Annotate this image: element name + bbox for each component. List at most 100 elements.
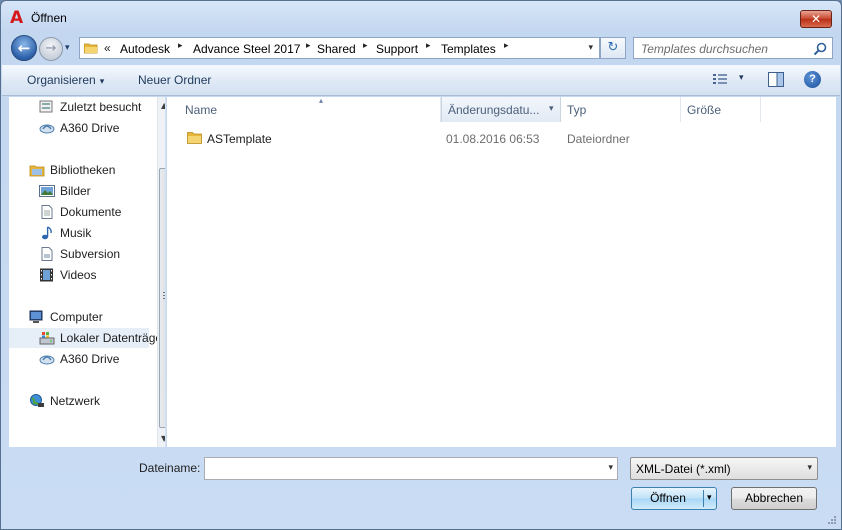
sidebar-item-label: Subversion bbox=[60, 247, 121, 261]
column-header-label: Größe bbox=[687, 103, 722, 117]
chevron-down-icon: ▾ bbox=[99, 77, 105, 87]
sidebar-item-label: Videos bbox=[60, 268, 97, 282]
table-row[interactable]: ASTemplate 01.08.2016 06:53 Dateiordner bbox=[167, 127, 827, 147]
sidebar-item-subversion[interactable]: Subversion bbox=[9, 244, 149, 264]
cloud-drive-icon bbox=[39, 355, 55, 365]
sidebar-item-a360-drive-computer[interactable]: A360 Drive bbox=[9, 349, 149, 369]
filename-input[interactable]: ▾ bbox=[204, 457, 618, 480]
search-icon[interactable] bbox=[813, 42, 827, 56]
sidebar-item-label: Bilder bbox=[60, 184, 91, 198]
sidebar-item-a360-drive[interactable]: A360 Drive bbox=[9, 118, 149, 138]
sidebar-item-local-disk[interactable]: Lokaler Datenträger bbox=[9, 328, 165, 348]
organize-button[interactable]: Organisieren ▾ bbox=[27, 73, 104, 87]
file-modified: 01.08.2016 06:53 bbox=[446, 132, 540, 146]
file-name: ASTemplate bbox=[207, 132, 272, 146]
view-options-dropdown[interactable]: ▾ bbox=[739, 73, 744, 83]
sidebar-item-label: Zuletzt besucht bbox=[60, 100, 142, 114]
breadcrumb-separator-icon[interactable]: ▸ bbox=[504, 41, 509, 51]
recent-locations-dropdown[interactable]: ▾ bbox=[65, 43, 77, 55]
sidebar-item-computer[interactable]: Computer bbox=[9, 307, 149, 327]
libraries-icon bbox=[29, 165, 45, 177]
close-button[interactable]: ✕ bbox=[800, 10, 832, 28]
breadcrumb-advance-steel[interactable]: Advance Steel 2017 bbox=[193, 42, 300, 56]
organize-label: Organisieren bbox=[27, 73, 96, 87]
open-options-dropdown-icon[interactable]: ▾ bbox=[707, 488, 712, 509]
sidebar-item-recent[interactable]: Zuletzt besucht bbox=[9, 97, 149, 117]
column-header-type[interactable]: Typ bbox=[561, 97, 681, 122]
change-view-icon[interactable] bbox=[713, 73, 727, 87]
navigation-scrollbar[interactable]: ▲ ▼ bbox=[157, 97, 165, 447]
preview-pane-icon[interactable] bbox=[768, 72, 784, 87]
breadcrumb-templates[interactable]: Templates bbox=[441, 42, 496, 56]
breadcrumb-separator-icon[interactable]: ▸ bbox=[363, 41, 368, 51]
breadcrumb-separator-icon[interactable]: ▸ bbox=[426, 41, 431, 51]
open-file-dialog: A Öffnen ✕ ← → ▾ « Autodesk ▸ Advance St… bbox=[0, 0, 842, 530]
file-type-filter-select[interactable]: XML-Datei (*.xml) ▾ bbox=[630, 457, 818, 480]
open-button[interactable]: Öffnen ▾ bbox=[631, 487, 717, 510]
sidebar-item-label: Musik bbox=[60, 226, 92, 240]
new-folder-button[interactable]: Neuer Ordner bbox=[138, 73, 211, 87]
scroll-down-arrow-icon[interactable]: ▼ bbox=[161, 434, 165, 443]
documents-icon bbox=[41, 205, 53, 219]
column-header-name[interactable]: ▴ Name bbox=[179, 96, 441, 122]
file-list: ▴ Name Änderungsdatu... ▾ Typ Größe ASTe… bbox=[167, 96, 836, 447]
autocad-app-icon: A bbox=[10, 8, 24, 28]
recent-places-icon bbox=[39, 100, 53, 113]
refresh-button[interactable]: ↻ bbox=[600, 37, 626, 59]
back-button[interactable]: ← bbox=[11, 35, 37, 61]
column-header-size[interactable]: Größe bbox=[681, 97, 761, 122]
breadcrumb-separator-icon[interactable]: ▸ bbox=[306, 41, 311, 51]
sidebar-item-label: A360 Drive bbox=[60, 121, 120, 135]
subversion-icon bbox=[41, 247, 53, 261]
sidebar-item-label: Netzwerk bbox=[50, 394, 101, 408]
breadcrumb-autodesk[interactable]: Autodesk bbox=[120, 42, 170, 56]
computer-icon bbox=[29, 310, 43, 323]
filename-history-dropdown-icon[interactable]: ▾ bbox=[608, 463, 613, 473]
open-button-label: Öffnen bbox=[650, 491, 686, 505]
column-header-label: Änderungsdatu... bbox=[448, 103, 540, 117]
folder-icon bbox=[84, 43, 98, 54]
sidebar-item-label: Bibliotheken bbox=[50, 163, 116, 177]
sidebar-item-network[interactable]: Netzwerk bbox=[9, 391, 149, 411]
sidebar-item-documents[interactable]: Dokumente bbox=[9, 202, 149, 222]
title-bar[interactable]: A Öffnen ✕ bbox=[1, 1, 841, 35]
local-disk-icon bbox=[39, 332, 55, 345]
sidebar-item-label: Computer bbox=[50, 310, 103, 324]
split-divider bbox=[703, 490, 704, 507]
scrollbar-thumb[interactable] bbox=[159, 168, 165, 428]
breadcrumb-separator-icon[interactable]: ▸ bbox=[178, 41, 183, 51]
cancel-button[interactable]: Abbrechen bbox=[731, 487, 817, 510]
sidebar-item-music[interactable]: Musik bbox=[9, 223, 149, 243]
music-icon bbox=[42, 226, 52, 240]
help-icon[interactable]: ? bbox=[804, 71, 821, 88]
address-bar[interactable]: « Autodesk ▸ Advance Steel 2017 ▸ Shared… bbox=[79, 37, 600, 59]
file-type: Dateiordner bbox=[567, 132, 630, 146]
refresh-icon: ↻ bbox=[607, 40, 619, 55]
command-toolbar: Organisieren ▾ Neuer Ordner ▾ ? bbox=[2, 65, 840, 96]
search-input[interactable]: Templates durchsuchen bbox=[633, 37, 833, 59]
breadcrumb-support[interactable]: Support bbox=[376, 42, 418, 56]
network-icon bbox=[30, 394, 44, 407]
navigation-pane: Zuletzt besucht A360 Drive Bibliotheken bbox=[9, 97, 166, 447]
sidebar-item-videos[interactable]: Videos bbox=[9, 265, 149, 285]
column-headers: ▴ Name Änderungsdatu... ▾ Typ Größe bbox=[167, 96, 836, 122]
scroll-up-arrow-icon[interactable]: ▲ bbox=[161, 101, 165, 110]
breadcrumb-overflow-button[interactable]: « bbox=[104, 41, 111, 55]
folder-icon bbox=[187, 132, 202, 144]
breadcrumb-shared[interactable]: Shared bbox=[317, 42, 356, 56]
column-header-modified[interactable]: Änderungsdatu... bbox=[441, 97, 561, 122]
sidebar-item-libraries[interactable]: Bibliotheken bbox=[9, 160, 149, 180]
resize-grip-icon[interactable] bbox=[827, 515, 837, 525]
file-type-filter-value: XML-Datei (*.xml) bbox=[636, 462, 731, 476]
sidebar-item-label: A360 Drive bbox=[60, 352, 120, 366]
filename-label: Dateiname: bbox=[139, 461, 201, 475]
window-title: Öffnen bbox=[31, 11, 67, 25]
back-arrow-icon: ← bbox=[17, 39, 31, 57]
navigation-bar: ← → ▾ « Autodesk ▸ Advance Steel 2017 ▸ … bbox=[1, 35, 841, 61]
column-filter-dropdown-icon[interactable]: ▾ bbox=[549, 104, 554, 114]
close-icon: ✕ bbox=[810, 12, 822, 26]
column-header-label: Name bbox=[185, 103, 218, 117]
address-dropdown-icon[interactable]: ▾ bbox=[588, 43, 593, 53]
sidebar-item-pictures[interactable]: Bilder bbox=[9, 181, 149, 201]
forward-button[interactable]: → bbox=[39, 37, 63, 61]
